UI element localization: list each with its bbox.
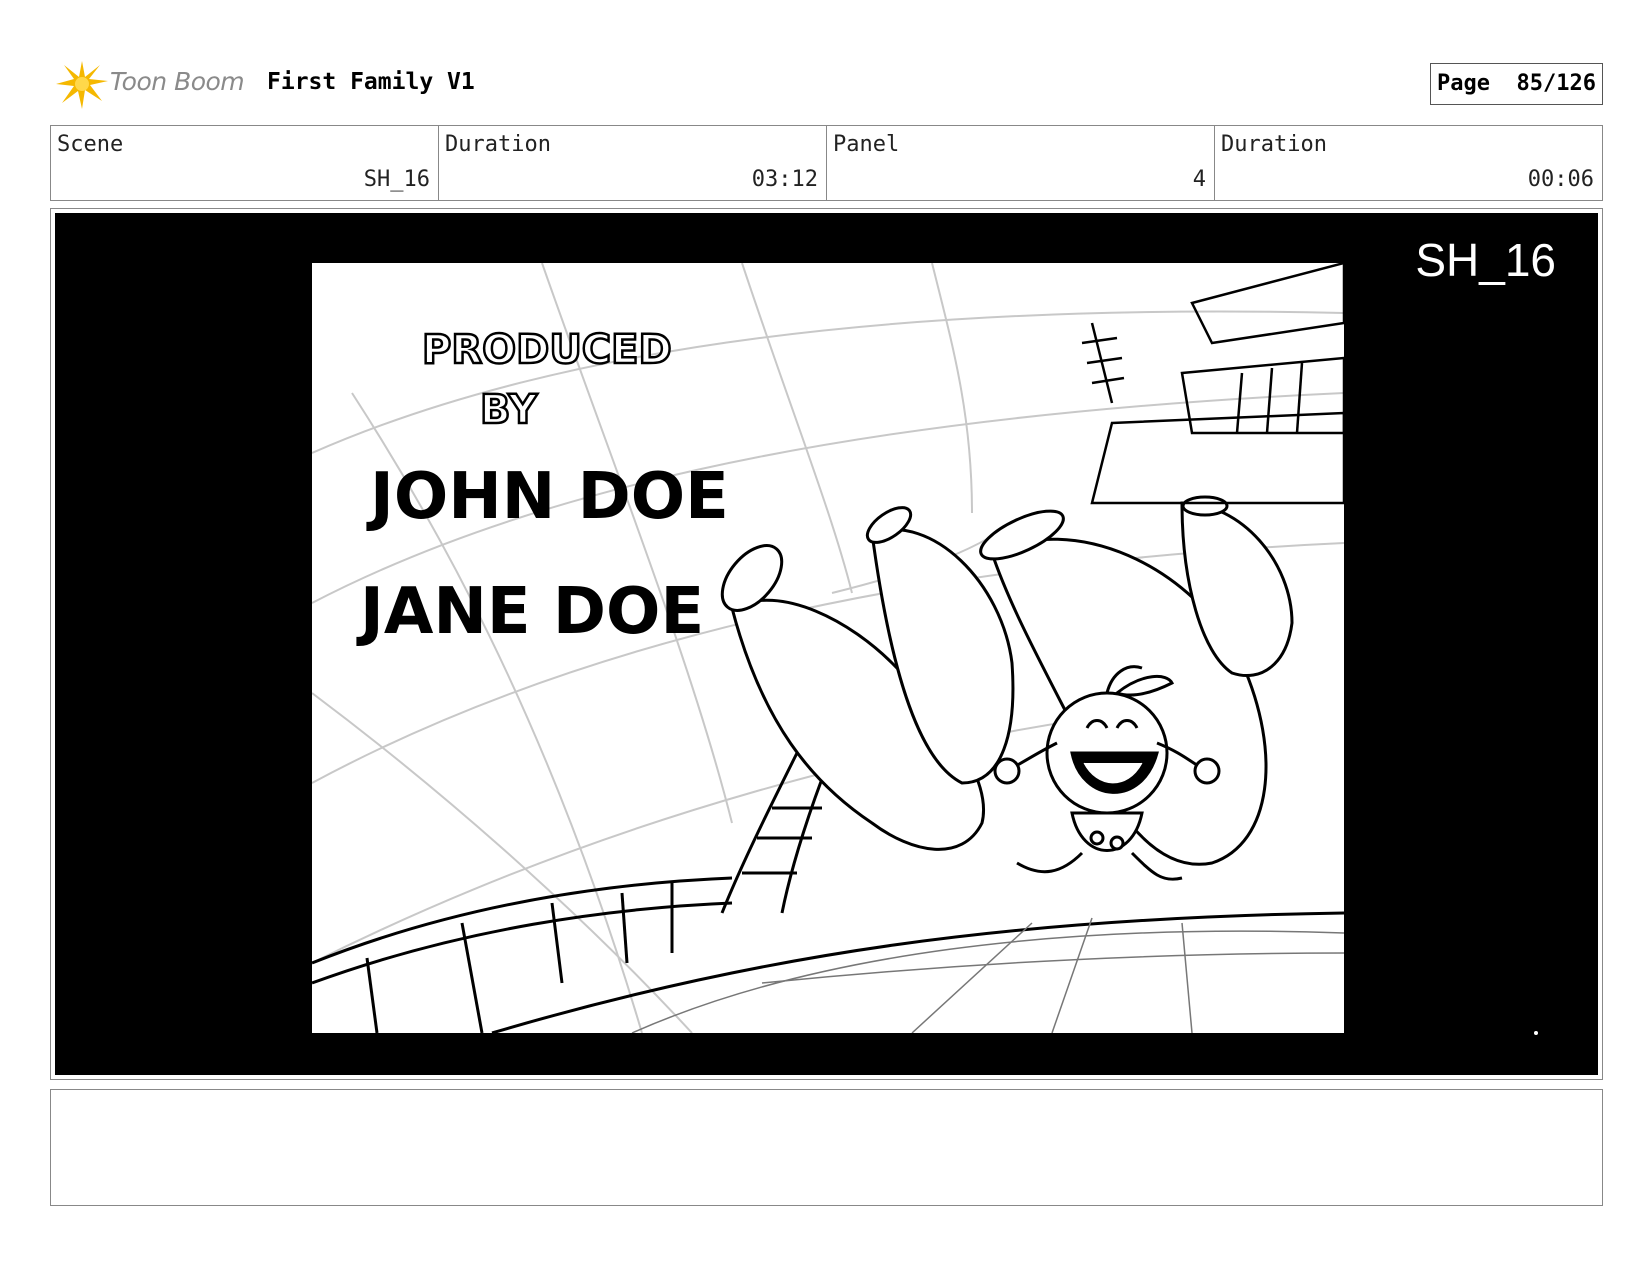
produced-by-line-1: PRODUCED [422,327,672,373]
page-number: 85/126 [1516,71,1596,96]
marker-dot [1534,1031,1538,1035]
toon-boom-logo: Toon Boom [54,57,254,111]
panel-notes[interactable] [50,1089,1603,1206]
machine-structure [1081,263,1344,505]
scene-cell: Scene SH_16 [51,126,439,200]
panel-cell: Panel 4 [827,126,1215,200]
produced-by-line-2: BY [480,387,538,433]
scene-label: Scene [57,132,124,157]
floor-tiles [631,917,1344,1033]
panel-canvas: SH_16 PRODUCED BY JOHN DOE JANE DOE [55,213,1598,1075]
credit-name-2: JANE DOE [356,575,704,649]
panel-label: Panel [833,132,900,157]
page-label: Page [1437,71,1491,96]
credits-text: PRODUCED BY JOHN DOE JANE DOE [356,326,729,649]
credit-name-1: JOHN DOE [366,460,729,534]
panel-duration-cell: Duration 00:06 [1215,126,1602,200]
logo-text: Toon Boom [110,67,245,96]
panel-duration-label: Duration [1221,132,1327,157]
scene-info-table: Scene SH_16 Duration 03:12 Panel 4 Durat… [50,125,1603,201]
starburst-icon [56,61,108,109]
scene-value: SH_16 [363,167,430,192]
panel-drawing: PRODUCED BY JOHN DOE JANE DOE [312,263,1344,1033]
scene-duration-cell: Duration 03:12 [439,126,827,200]
storyboard-panel[interactable]: SH_16 PRODUCED BY JOHN DOE JANE DOE [50,208,1603,1080]
scene-duration-value: 03:12 [751,167,818,192]
page-indicator: Page 85/126 [1430,63,1603,105]
panel-duration-value: 00:06 [1527,167,1594,192]
panel-value: 4 [1192,167,1206,192]
sketch-artwork: PRODUCED BY JOHN DOE JANE DOE [312,263,1344,1033]
project-title: First Family V1 [267,69,475,95]
scene-duration-label: Duration [445,132,551,157]
shot-label: SH_16 [1415,234,1556,286]
page-header: Toon Boom First Family V1 Page 85/126 [50,55,1603,113]
